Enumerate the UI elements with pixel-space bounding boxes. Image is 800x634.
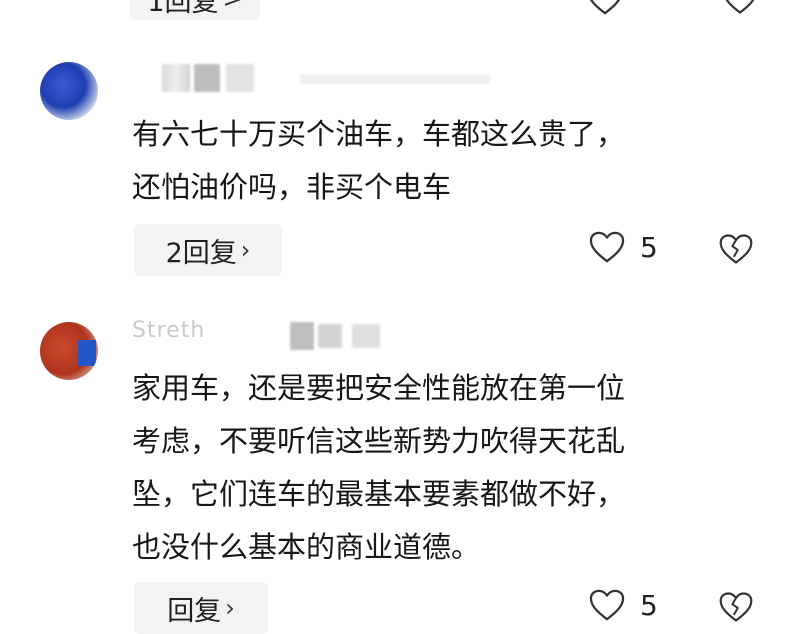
chevron-right-icon: › [240,236,251,264]
avatar[interactable] [40,62,98,120]
username-redacted [318,324,342,348]
username-redacted [352,324,380,348]
reply-button-top[interactable]: 1回复 > [130,0,260,20]
reply-button[interactable]: 回复 › [134,582,268,634]
reply-label: 回复 [167,595,222,627]
dislike-button-top[interactable] [722,0,758,20]
username-redacted [290,322,314,350]
like-count: 5 [640,230,658,264]
reply-button[interactable]: 2回复 › [134,224,282,276]
comment-line: 考虑，不要听信这些新势力吹得天花乱 [132,424,626,458]
reply-label: 1回复 [147,0,219,18]
comment-line: 坠，它们连车的最基本要素都做不好， [132,477,626,511]
dislike-button[interactable] [718,590,754,628]
heart-icon [589,589,625,621]
username-redacted [194,64,220,92]
heart-icon [589,0,621,15]
heart-icon [589,231,625,263]
like-button[interactable]: 5 [588,230,658,264]
broken-heart-icon [719,234,753,264]
comment-line: 有六七十万买个油车，车都这么贵了， [132,117,626,151]
chevron-right-icon: › [225,594,235,622]
chevron-right-icon: > [223,0,243,13]
comment-text: 有六七十万买个油车，车都这么贵了， 还怕油价吗，非买个电车 [132,108,772,214]
username-redacted [300,74,490,84]
comment-line: 家用车，还是要把安全性能放在第一位 [132,371,626,405]
username: Streth [132,318,206,343]
reply-label: 2回复 [165,237,237,269]
like-button[interactable]: 5 [588,588,658,622]
username-redacted [162,64,190,92]
broken-heart-icon [725,0,755,14]
comment-text: 家用车，还是要把安全性能放在第一位 考虑，不要听信这些新势力吹得天花乱 坠，它们… [132,362,772,574]
username-redacted [226,64,254,92]
comment-line: 还怕油价吗，非买个电车 [132,170,452,204]
broken-heart-icon [719,592,753,622]
comment-line: 也没什么基本的商业道德。 [132,530,481,564]
like-count: 5 [640,588,658,622]
dislike-button[interactable] [718,232,754,270]
avatar[interactable] [40,322,98,380]
like-button-top[interactable] [586,0,624,20]
